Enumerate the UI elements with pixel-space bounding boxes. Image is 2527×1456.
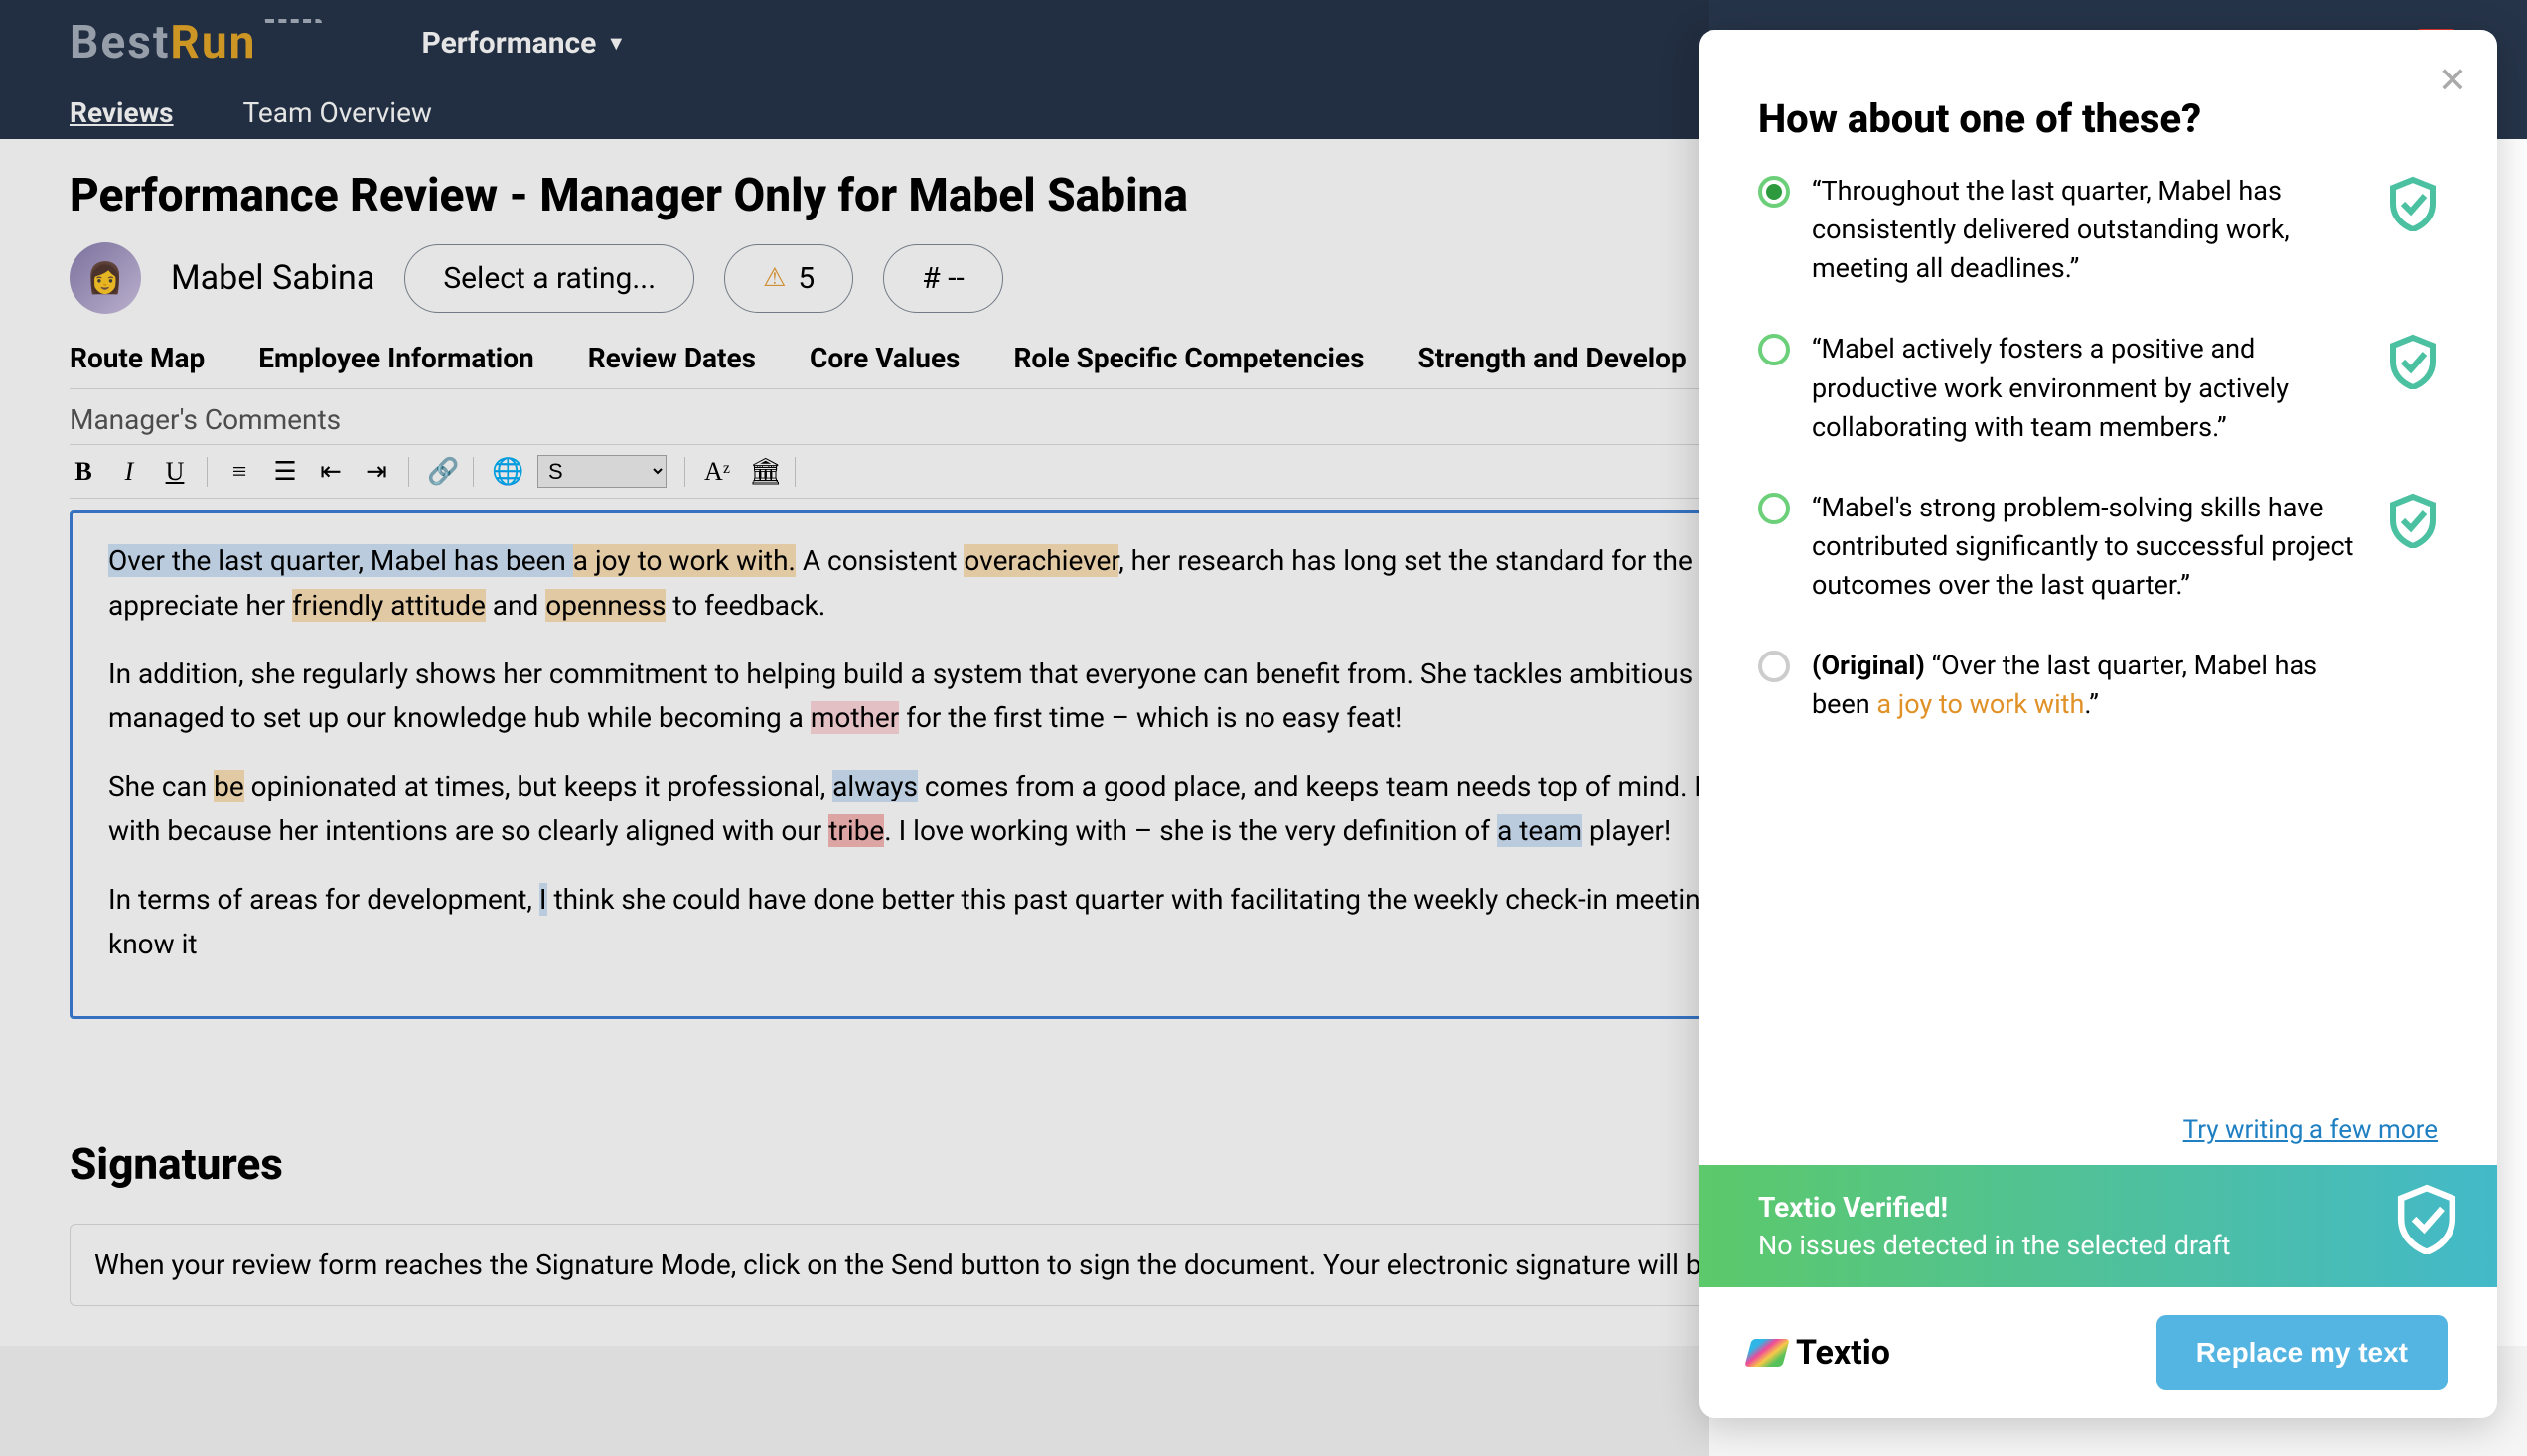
page-title: Performance Review - Manager Only for Ma… (70, 169, 1188, 222)
hash-pill[interactable]: # -- (883, 244, 1003, 313)
toolbar-separator (207, 457, 208, 487)
toolbar-separator (795, 457, 796, 487)
unordered-list-button[interactable]: ☰ (271, 457, 299, 487)
radio-icon[interactable] (1758, 651, 1790, 682)
shield-verified-icon (2388, 176, 2438, 231)
link-button[interactable]: 🔗 (427, 457, 455, 487)
panel-title: How about one of these? (1699, 30, 2497, 172)
hash-value: # -- (922, 261, 965, 296)
underline-button[interactable]: U (161, 457, 189, 487)
textio-brand: Textio (1796, 1333, 1890, 1373)
avatar[interactable]: 👩 (70, 242, 141, 314)
textio-stripes-icon (1744, 1339, 1790, 1367)
suggestion-option[interactable]: “Mabel actively fosters a positive and p… (1758, 330, 2438, 446)
library-button[interactable]: 🏛 (749, 457, 777, 487)
suggestion-option-original[interactable]: (Original) “Over the last quarter, Mabel… (1758, 647, 2438, 724)
verified-title: Textio Verified! (1758, 1191, 2438, 1224)
logo-best: Best (70, 16, 170, 70)
textio-logo: Textio (1748, 1333, 1890, 1373)
textio-suggestions-panel: ✕ How about one of these? “Throughout th… (1699, 30, 2497, 1418)
tab-core-values[interactable]: Core Values (810, 342, 960, 374)
italic-button[interactable]: I (115, 457, 143, 487)
module-dropdown[interactable]: Performance ▼ (421, 26, 626, 61)
suggestion-option[interactable]: “Mabel's strong problem-solving skills h… (1758, 489, 2438, 605)
outdent-button[interactable]: ⇤ (317, 457, 345, 487)
score-pill[interactable]: ⚠ 5 (724, 244, 853, 313)
toolbar-separator (684, 457, 685, 487)
indent-button[interactable]: ⇥ (363, 457, 390, 487)
globe-button[interactable]: 🌐 (492, 457, 520, 487)
logo-run: Run (170, 16, 256, 70)
subnav-reviews[interactable]: Reviews (70, 96, 174, 129)
ordered-list-button[interactable]: ≡ (225, 457, 253, 487)
radio-icon[interactable] (1758, 334, 1790, 365)
suggestion-text: (Original) “Over the last quarter, Mabel… (1812, 647, 2438, 724)
bold-button[interactable]: B (70, 457, 97, 487)
radio-icon[interactable] (1758, 493, 1790, 524)
suggestion-options: “Throughout the last quarter, Mabel has … (1699, 172, 2497, 1115)
replace-text-button[interactable]: Replace my text (2156, 1315, 2448, 1390)
caret-down-icon: ▼ (606, 31, 626, 56)
font-size-select[interactable]: S (537, 455, 667, 488)
highlight-blue: Over the last quarter, Mabel has been a … (108, 544, 796, 577)
toolbar-separator (408, 457, 409, 487)
radio-selected-icon[interactable] (1758, 176, 1790, 208)
shield-verified-icon (2396, 1183, 2457, 1250)
tab-role-competencies[interactable]: Role Specific Competencies (1013, 342, 1364, 374)
rating-select[interactable]: Select a rating... (404, 244, 694, 313)
tab-employee-info[interactable]: Employee Information (258, 342, 533, 374)
suggestion-option[interactable]: “Throughout the last quarter, Mabel has … (1758, 172, 2438, 288)
subnav-team[interactable]: Team Overview (243, 96, 432, 129)
score-value: 5 (798, 261, 815, 296)
rating-placeholder: Select a rating... (443, 261, 656, 296)
verified-subtitle: No issues detected in the selected draft (1758, 1230, 2438, 1261)
module-label: Performance (421, 26, 596, 61)
suggestion-text: “Mabel's strong problem-solving skills h… (1812, 489, 2438, 605)
shield-verified-icon (2388, 334, 2438, 389)
shield-verified-icon (2388, 493, 2438, 548)
tab-review-dates[interactable]: Review Dates (588, 342, 756, 374)
warning-icon: ⚠ (763, 263, 786, 293)
tab-route-map[interactable]: Route Map (70, 342, 205, 374)
verified-banner: Textio Verified! No issues detected in t… (1699, 1165, 2497, 1287)
employee-name: Mabel Sabina (171, 258, 374, 298)
spellcheck-button[interactable]: Aᶻ (703, 457, 731, 487)
toolbar-separator (473, 457, 474, 487)
panel-footer: Textio Replace my text (1699, 1287, 2497, 1418)
tab-strength[interactable]: Strength and Develop (1417, 342, 1686, 374)
suggestion-text: “Mabel actively fosters a positive and p… (1812, 330, 2438, 446)
try-more-link[interactable]: Try writing a few more (1699, 1115, 2497, 1165)
suggestion-text: “Throughout the last quarter, Mabel has … (1812, 172, 2438, 288)
truck-icon (262, 19, 322, 51)
close-button[interactable]: ✕ (2438, 60, 2467, 101)
brand-logo: BestRun (70, 16, 322, 70)
